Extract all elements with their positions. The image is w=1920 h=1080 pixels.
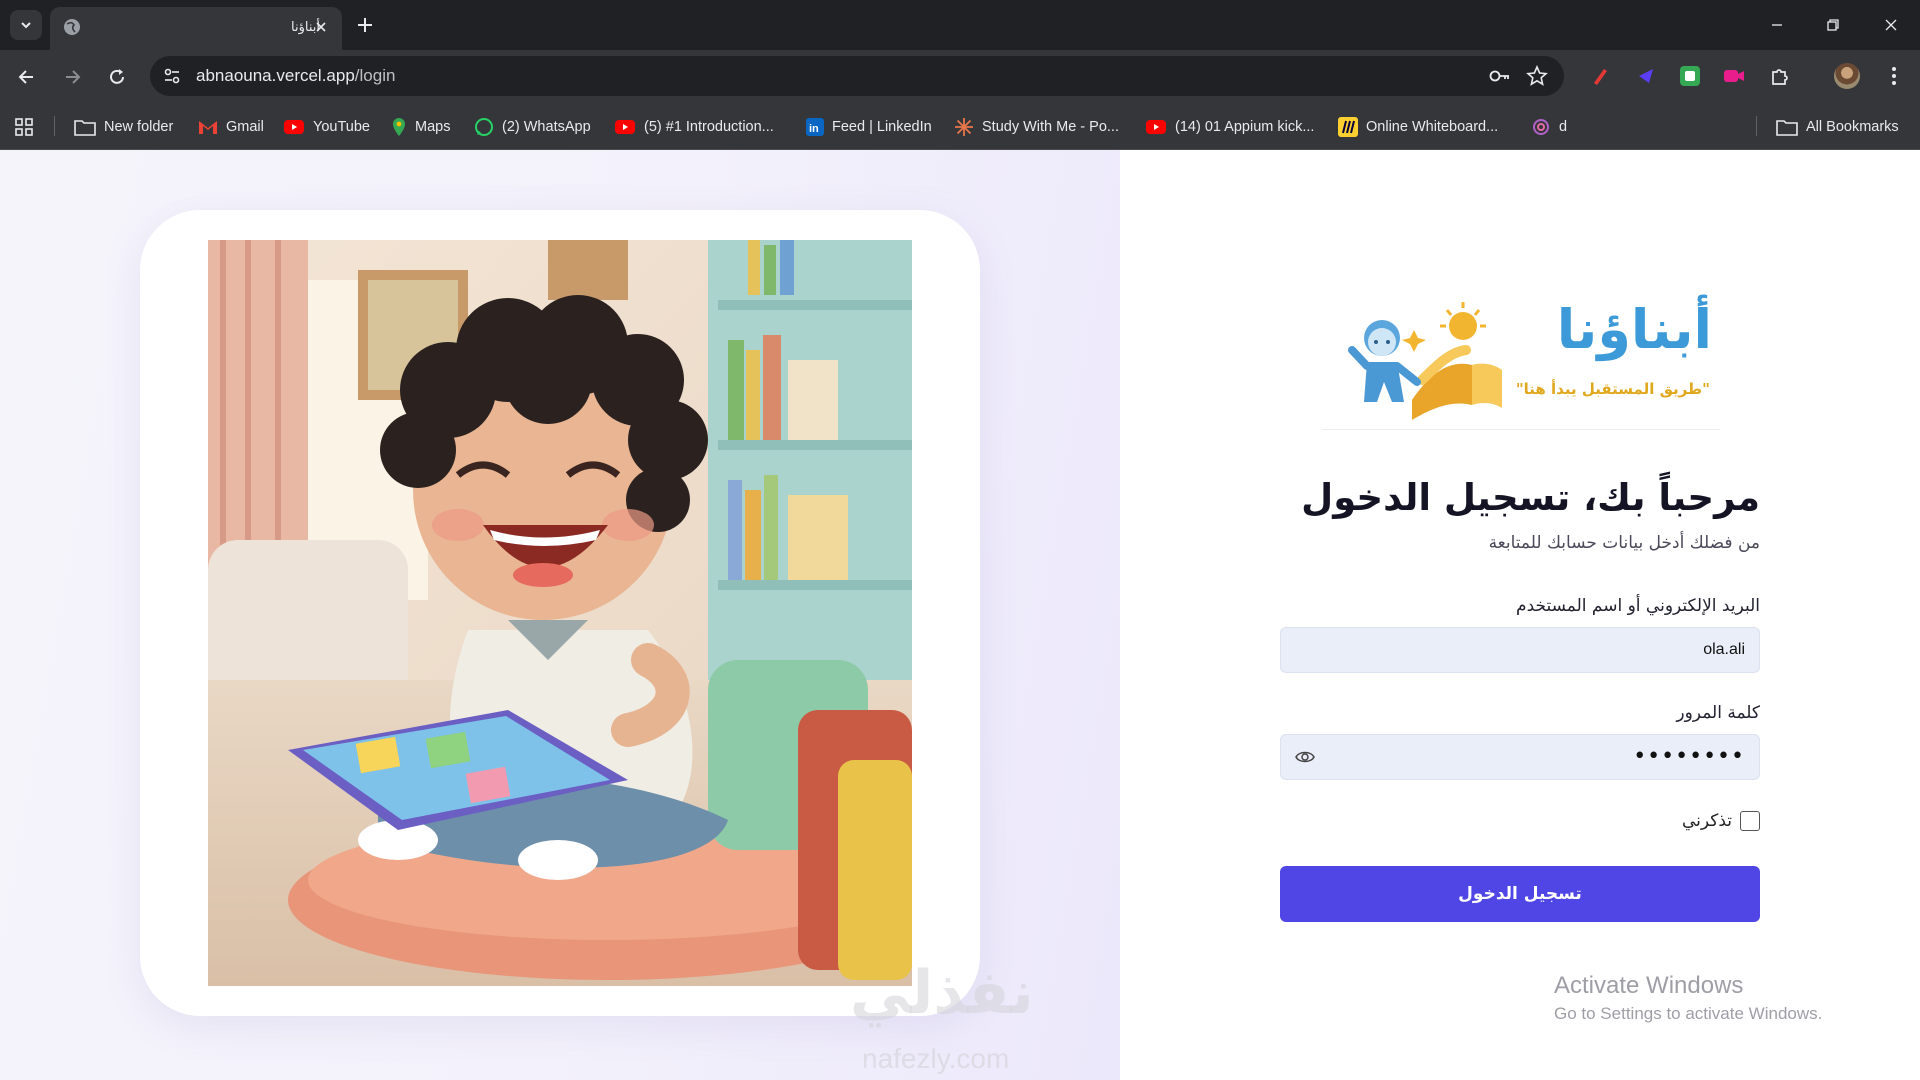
bookmark-label: (14) 01 Appium kick... bbox=[1175, 119, 1315, 135]
browser-tabstrip: أبناؤنا bbox=[0, 0, 1920, 50]
site-settings-icon[interactable] bbox=[162, 66, 182, 90]
chevron-down-icon bbox=[21, 22, 31, 29]
bookmark-label: (5) #1 Introduction... bbox=[644, 119, 774, 135]
watermark-arabic: نفذلي bbox=[850, 958, 1034, 1028]
minimize-icon[interactable] bbox=[1759, 10, 1795, 40]
bookmark-new-folder[interactable]: New folder bbox=[74, 116, 173, 138]
tab-title: أبناؤنا bbox=[291, 20, 320, 35]
all-bookmarks[interactable]: All Bookmarks bbox=[1776, 116, 1899, 138]
bookmark-whatsapp[interactable]: (2) WhatsApp bbox=[474, 116, 591, 138]
remember-me-checkbox[interactable] bbox=[1740, 811, 1760, 831]
url-text: abnaouna.vercel.app/login bbox=[196, 66, 395, 86]
bookmark-separator bbox=[54, 116, 55, 136]
screen-recorder-extension-icon[interactable] bbox=[1678, 64, 1702, 88]
folder-icon bbox=[1776, 120, 1798, 136]
forward-icon[interactable] bbox=[58, 63, 86, 91]
new-tab-icon[interactable] bbox=[352, 12, 378, 42]
more-menu-icon[interactable] bbox=[1882, 64, 1906, 88]
browser-toolbar: abnaouna.vercel.app/login bbox=[0, 50, 1920, 102]
bookmark-d[interactable]: d bbox=[1531, 116, 1567, 138]
remember-me-label: تذكرني bbox=[1681, 811, 1732, 831]
address-bar[interactable]: abnaouna.vercel.app/login bbox=[150, 56, 1564, 96]
password-input[interactable]: •••••••• bbox=[1633, 744, 1745, 769]
spiral-icon bbox=[1533, 119, 1549, 135]
purple-extension-icon[interactable] bbox=[1634, 64, 1658, 88]
video-extension-icon[interactable] bbox=[1722, 64, 1746, 88]
all-bookmarks-label: All Bookmarks bbox=[1806, 119, 1899, 135]
url-path: /login bbox=[354, 66, 396, 85]
bookmark-appium[interactable]: (14) 01 Appium kick... bbox=[1145, 116, 1314, 138]
login-submit-button[interactable]: تسجيل الدخول bbox=[1280, 866, 1760, 922]
remember-me[interactable]: تذكرني bbox=[1682, 811, 1760, 831]
watermark-latin: nafezly.com bbox=[862, 1043, 1010, 1074]
browser-tab-active[interactable]: أبناؤنا bbox=[50, 7, 342, 50]
brand-logo: أبناؤنا "طريق المستقبل يبدأ هنا" bbox=[1322, 290, 1720, 430]
bookmark-youtube-intro[interactable]: (5) #1 Introduction... bbox=[614, 116, 774, 138]
bookmark-label: YouTube bbox=[313, 119, 370, 135]
bookmark-star-icon[interactable] bbox=[1526, 64, 1548, 91]
bookmark-label: Maps bbox=[415, 119, 451, 135]
welcome-subtitle: من فضلك أدخل بيانات حسابك للمتابعة bbox=[1488, 533, 1760, 553]
username-field[interactable] bbox=[1280, 627, 1760, 673]
whatsapp-icon bbox=[475, 118, 493, 136]
bookmark-label: Feed | LinkedIn bbox=[832, 119, 932, 135]
bookmark-gmail[interactable]: Gmail bbox=[198, 116, 264, 138]
url-host: abnaouna.vercel.app bbox=[196, 66, 355, 85]
bookmark-label: Online Whiteboard... bbox=[1366, 119, 1499, 135]
bookmarks-bar: New folder Gmail YouTube Maps (2) WhatsA… bbox=[0, 102, 1920, 150]
logo-tagline: "طريق المستقبل يبدأ هنا" bbox=[1515, 380, 1710, 398]
youtube-icon bbox=[615, 120, 635, 134]
bookmark-maps[interactable]: Maps bbox=[391, 116, 450, 138]
activate-title: Activate Windows bbox=[1554, 972, 1744, 999]
tab-search-button[interactable] bbox=[10, 10, 42, 40]
sparkle-icon bbox=[955, 118, 973, 136]
svg-text:in: in bbox=[809, 123, 819, 135]
bookmark-label: Gmail bbox=[226, 119, 264, 135]
youtube-icon bbox=[284, 120, 304, 134]
bookmark-separator bbox=[1756, 116, 1757, 136]
tab-close-icon[interactable] bbox=[314, 19, 328, 38]
password-key-icon[interactable] bbox=[1488, 66, 1512, 90]
apps-grid-icon[interactable] bbox=[14, 116, 34, 138]
bookmark-label: New folder bbox=[104, 119, 174, 135]
linkedin-icon: in bbox=[806, 118, 824, 136]
illustration-panel: نفذلي nafezly.com bbox=[0, 150, 1120, 1080]
globe-icon bbox=[62, 17, 82, 41]
profile-avatar[interactable] bbox=[1834, 63, 1860, 89]
bookmark-label: d bbox=[1559, 119, 1568, 135]
welcome-heading: مرحباً بك، تسجيل الدخول bbox=[1301, 476, 1760, 519]
bookmark-label: Study With Me - Po... bbox=[982, 119, 1119, 135]
windows-activation-notice: Activate Windows Go to Settings to activ… bbox=[1554, 972, 1822, 1024]
username-input[interactable] bbox=[1281, 628, 1759, 672]
activate-subtitle: Go to Settings to activate Windows. bbox=[1554, 1004, 1823, 1023]
login-page: نفذلي nafezly.com أبناؤنا "طريق المستقبل… bbox=[0, 150, 1920, 1080]
back-icon[interactable] bbox=[13, 63, 41, 91]
bookmark-linkedin[interactable]: in Feed | LinkedIn bbox=[806, 116, 932, 138]
bookmark-online-whiteboard[interactable]: Online Whiteboard... bbox=[1338, 116, 1498, 138]
youtube-icon bbox=[1146, 120, 1166, 134]
username-label: البريد الإلكتروني أو اسم المستخدم bbox=[1516, 596, 1760, 616]
password-label: كلمة المرور bbox=[1676, 703, 1760, 723]
extensions-puzzle-icon[interactable] bbox=[1768, 64, 1792, 88]
pen-extension-icon[interactable] bbox=[1588, 64, 1612, 88]
bookmark-label: (2) WhatsApp bbox=[502, 119, 591, 135]
child-with-tablet-illustration bbox=[208, 240, 912, 986]
restore-icon[interactable] bbox=[1815, 10, 1851, 40]
folder-icon bbox=[74, 120, 96, 136]
password-field[interactable]: •••••••• bbox=[1280, 734, 1760, 780]
gmail-icon bbox=[199, 121, 217, 134]
logo-child-book-icon bbox=[1348, 302, 1502, 420]
bookmark-youtube[interactable]: YouTube bbox=[283, 116, 370, 138]
miro-icon bbox=[1338, 117, 1358, 137]
maps-icon bbox=[393, 118, 405, 136]
reload-icon[interactable] bbox=[103, 63, 131, 91]
bookmark-study-with-me[interactable]: Study With Me - Po... bbox=[954, 116, 1119, 138]
window-close-icon[interactable] bbox=[1873, 10, 1909, 40]
logo-wordmark: أبناؤنا bbox=[1556, 298, 1712, 361]
show-password-eye-icon[interactable] bbox=[1295, 748, 1315, 770]
